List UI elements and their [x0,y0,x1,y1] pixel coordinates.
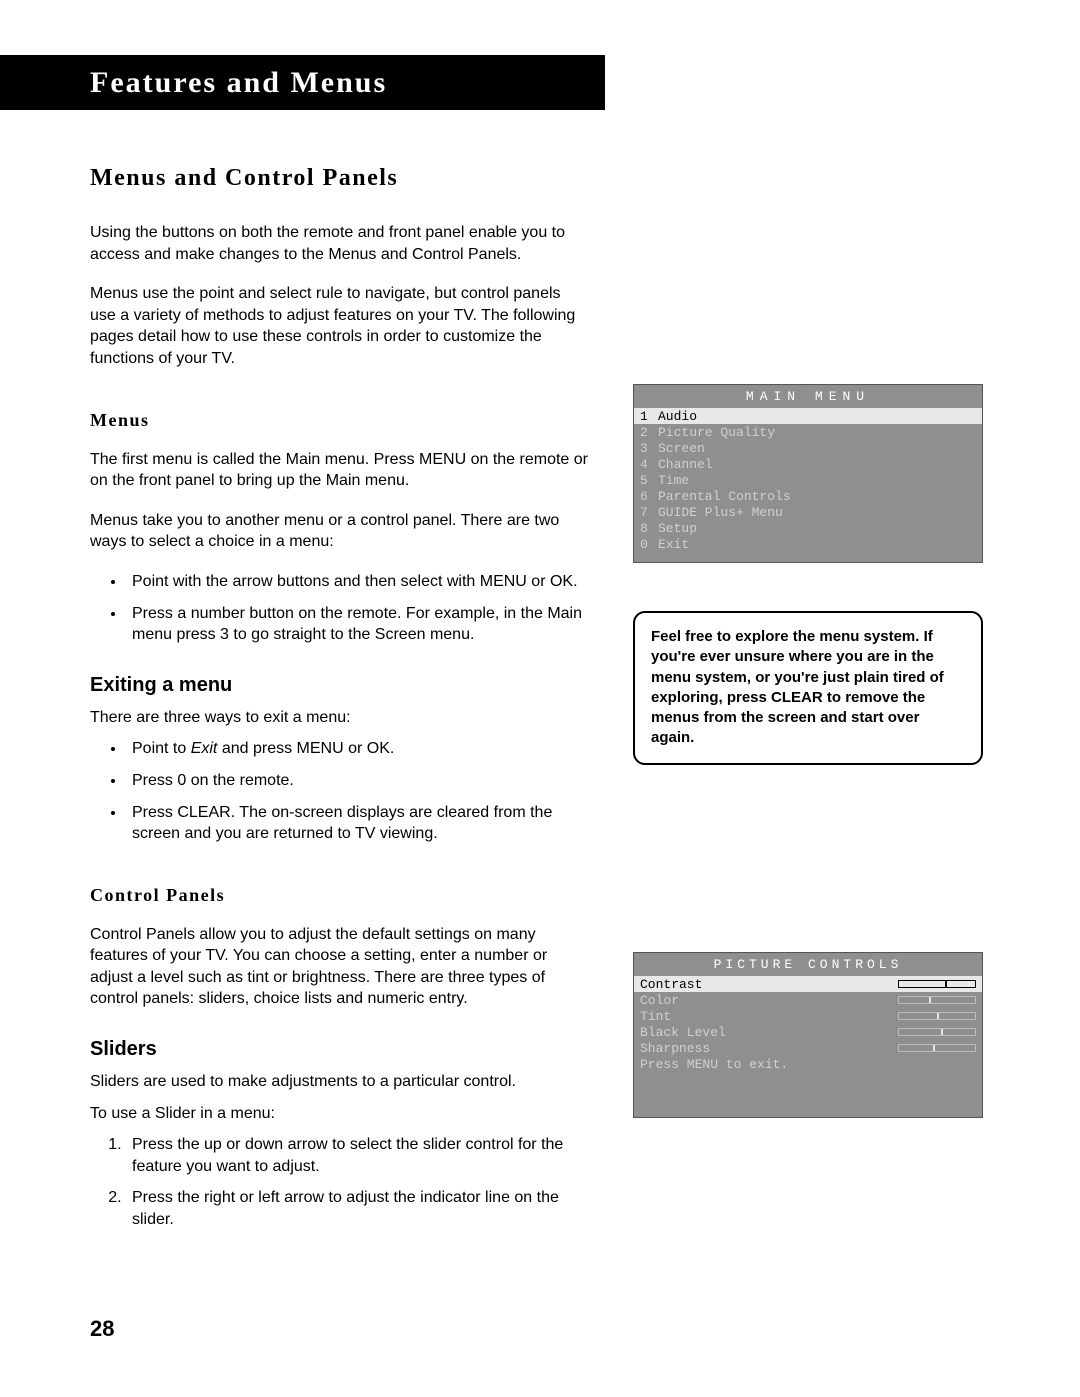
sliders-p2: To use a Slider in a menu: [90,1103,590,1125]
osd-menu-item: 5Time [634,472,982,488]
exiting-bullets: Point to Exit and press MENU or OK. Pres… [90,738,590,844]
list-item: Point to Exit and press MENU or OK. [126,738,590,760]
slider-track [898,1028,976,1036]
intro-paragraph-2: Menus use the point and select rule to n… [90,283,590,369]
osd-slider-item: Color [634,992,982,1008]
menus-bullets: Point with the arrow buttons and then se… [90,571,590,646]
list-item: Point with the arrow buttons and then se… [126,571,590,593]
slider-track [898,996,976,1004]
sliders-steps: Press the up or down arrow to select the… [90,1134,590,1230]
osd-title: MAIN MENU [634,385,982,408]
osd-menu-item: 0Exit [634,536,982,552]
control-panels-p1: Control Panels allow you to adjust the d… [90,924,590,1010]
sliders-section: Sliders Sliders are used to make adjustm… [90,1038,590,1231]
sliders-heading: Sliders [90,1038,590,1061]
exiting-section: Exiting a menu There are three ways to e… [90,674,590,845]
osd-menu-item: 1Audio [634,408,982,424]
list-item: Press the right or left arrow to adjust … [126,1187,590,1230]
control-panels-heading: Control Panels [90,885,590,906]
slider-track [898,1012,976,1020]
osd-slider-item: Tint [634,1008,982,1024]
osd-menu-item: 6Parental Controls [634,488,982,504]
page-number: 28 [90,1316,114,1342]
list-item: Press a number button on the remote. For… [126,603,590,646]
slider-track [898,980,976,988]
osd-title: PICTURE CONTROLS [634,953,982,976]
osd-slider-item: Sharpness [634,1040,982,1056]
menus-p2: Menus take you to another menu or a cont… [90,510,590,553]
section-title: Menus and Control Panels [90,165,590,192]
osd-slider-item: Contrast [634,976,982,992]
list-item: Press CLEAR. The on-screen displays are … [126,802,590,845]
chapter-title: Features and Menus [90,66,387,100]
osd-menu-item: 4Channel [634,456,982,472]
sliders-p1: Sliders are used to make adjustments to … [90,1071,590,1093]
osd-menu-item: 3Screen [634,440,982,456]
page: Features and Menus Menus and Control Pan… [0,0,1080,1397]
osd-slider-item: Black Level [634,1024,982,1040]
picture-controls-osd: PICTURE CONTROLS ContrastColorTintBlack … [633,952,983,1118]
slider-track [898,1044,976,1052]
intro-paragraph-1: Using the buttons on both the remote and… [90,222,590,265]
tip-box: Feel free to explore the menu system. If… [633,611,983,765]
main-menu-osd: MAIN MENU 1Audio2Picture Quality3Screen4… [633,384,983,563]
chapter-header-bar: Features and Menus [0,55,605,110]
tip-text: Feel free to explore the menu system. If… [633,611,983,765]
exiting-heading: Exiting a menu [90,674,590,697]
control-panels-section: Control Panels Control Panels allow you … [90,885,590,1010]
main-content: Menus and Control Panels Using the butto… [90,165,590,1259]
osd-menu-item: 8Setup [634,520,982,536]
list-item: Press 0 on the remote. [126,770,590,792]
menus-p1: The first menu is called the Main menu. … [90,449,590,492]
list-item: Press the up or down arrow to select the… [126,1134,590,1177]
osd-menu-item: 2Picture Quality [634,424,982,440]
osd-footer: Press MENU to exit. [634,1056,982,1072]
menus-section: Menus The first menu is called the Main … [90,410,590,646]
menus-heading: Menus [90,410,590,431]
osd-menu-item: 7GUIDE Plus+ Menu [634,504,982,520]
exiting-p1: There are three ways to exit a menu: [90,707,590,729]
